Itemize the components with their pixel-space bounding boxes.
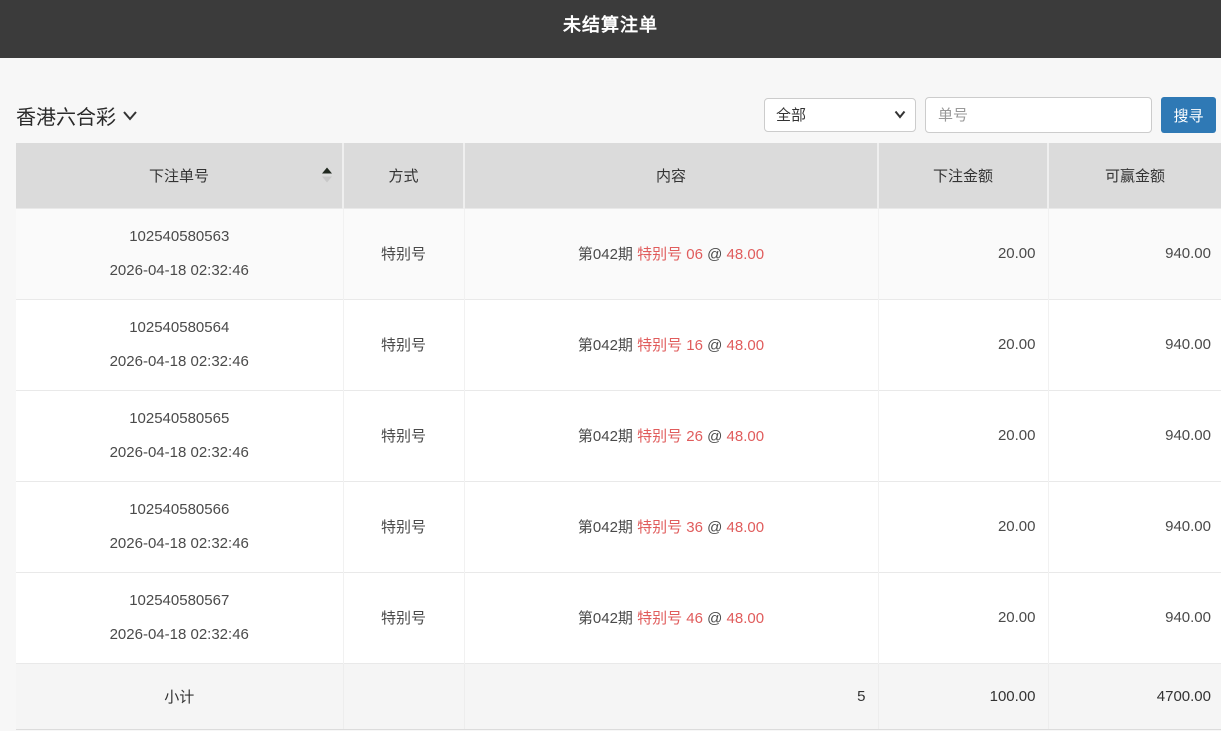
table-row: 102540580567 2026-04-18 02:32:46 特别号 第04… bbox=[16, 572, 1221, 663]
filter-select[interactable]: 全部 bbox=[764, 98, 916, 132]
bet-time: 2026-04-18 02:32:46 bbox=[16, 527, 343, 561]
bet-amount-cell: 20.00 bbox=[878, 572, 1048, 663]
content-cell: 第042期 特别号 46 @ 48.00 bbox=[464, 572, 878, 663]
method-cell: 特别号 bbox=[343, 208, 464, 299]
issue-label: 第042期 bbox=[578, 610, 633, 627]
at-symbol: @ bbox=[707, 519, 722, 536]
method-cell: 特别号 bbox=[343, 390, 464, 481]
page-title: 未结算注单 bbox=[563, 11, 658, 37]
bets-table-container: 下注单号 方式 内容 下注金额 可赢金额 102540580563 2026-0… bbox=[16, 143, 1221, 730]
bet-amount-cell: 20.00 bbox=[878, 390, 1048, 481]
order-number-input[interactable] bbox=[925, 97, 1152, 133]
bet-time: 2026-04-18 02:32:46 bbox=[16, 436, 343, 470]
column-header-method: 方式 bbox=[343, 143, 464, 208]
table-header-row: 下注单号 方式 内容 下注金额 可赢金额 bbox=[16, 143, 1221, 208]
bet-id-cell: 102540580567 2026-04-18 02:32:46 bbox=[16, 572, 343, 663]
sort-icon[interactable] bbox=[322, 168, 332, 183]
bet-time: 2026-04-18 02:32:46 bbox=[16, 345, 343, 379]
method-cell: 特别号 bbox=[343, 299, 464, 390]
win-amount-cell: 940.00 bbox=[1048, 572, 1221, 663]
issue-label: 第042期 bbox=[578, 428, 633, 445]
bet-id-cell: 102540580564 2026-04-18 02:32:46 bbox=[16, 299, 343, 390]
method-cell: 特别号 bbox=[343, 481, 464, 572]
bet-id-cell: 102540580566 2026-04-18 02:32:46 bbox=[16, 481, 343, 572]
pick-label: 特别号 36 bbox=[637, 519, 703, 536]
pick-label: 特别号 46 bbox=[637, 610, 703, 627]
at-symbol: @ bbox=[707, 428, 722, 445]
pick-label: 特别号 26 bbox=[637, 428, 703, 445]
at-symbol: @ bbox=[707, 337, 722, 354]
bet-amount-cell: 20.00 bbox=[878, 208, 1048, 299]
content-cell: 第042期 特别号 36 @ 48.00 bbox=[464, 481, 878, 572]
column-header-bet-amount: 下注金额 bbox=[878, 143, 1048, 208]
subtotal-label: 小计 bbox=[16, 663, 343, 729]
subtotal-bet-amount: 100.00 bbox=[878, 663, 1048, 729]
win-amount-cell: 940.00 bbox=[1048, 481, 1221, 572]
odds-value: 48.00 bbox=[727, 337, 765, 354]
content-cell: 第042期 特别号 06 @ 48.00 bbox=[464, 208, 878, 299]
issue-label: 第042期 bbox=[578, 519, 633, 536]
filter-select-wrap: 全部 bbox=[764, 98, 916, 132]
bet-time: 2026-04-18 02:32:46 bbox=[16, 618, 343, 652]
bet-amount-cell: 20.00 bbox=[878, 481, 1048, 572]
method-cell: 特别号 bbox=[343, 572, 464, 663]
sort-desc-arrow bbox=[322, 177, 332, 183]
subtotal-count: 5 bbox=[464, 663, 878, 729]
win-amount-cell: 940.00 bbox=[1048, 299, 1221, 390]
odds-value: 48.00 bbox=[727, 428, 765, 445]
toolbar: 香港六合彩 全部 搜寻 bbox=[16, 97, 1216, 133]
issue-label: 第042期 bbox=[578, 246, 633, 263]
top-bar: 未结算注单 bbox=[0, 0, 1221, 58]
column-header-bet-id[interactable]: 下注单号 bbox=[16, 143, 343, 208]
subtotal-row: 小计 5 100.00 4700.00 bbox=[16, 663, 1221, 729]
bet-id: 102540580567 bbox=[16, 584, 343, 618]
chevron-down-icon bbox=[122, 110, 138, 121]
table-row: 102540580564 2026-04-18 02:32:46 特别号 第04… bbox=[16, 299, 1221, 390]
win-amount-cell: 940.00 bbox=[1048, 390, 1221, 481]
bet-id: 102540580563 bbox=[16, 220, 343, 254]
subtotal-win-amount: 4700.00 bbox=[1048, 663, 1221, 729]
table-row: 102540580566 2026-04-18 02:32:46 特别号 第04… bbox=[16, 481, 1221, 572]
bet-id: 102540580566 bbox=[16, 493, 343, 527]
bet-id-cell: 102540580563 2026-04-18 02:32:46 bbox=[16, 208, 343, 299]
table-row: 102540580563 2026-04-18 02:32:46 特别号 第04… bbox=[16, 208, 1221, 299]
pick-label: 特别号 16 bbox=[637, 337, 703, 354]
bet-id-cell: 102540580565 2026-04-18 02:32:46 bbox=[16, 390, 343, 481]
odds-value: 48.00 bbox=[727, 246, 765, 263]
column-header-win-amount: 可赢金额 bbox=[1048, 143, 1221, 208]
bet-time: 2026-04-18 02:32:46 bbox=[16, 254, 343, 288]
search-controls: 全部 搜寻 bbox=[764, 97, 1216, 133]
odds-value: 48.00 bbox=[727, 519, 765, 536]
issue-label: 第042期 bbox=[578, 337, 633, 354]
sort-asc-arrow bbox=[322, 168, 332, 174]
at-symbol: @ bbox=[707, 610, 722, 627]
bet-id: 102540580564 bbox=[16, 311, 343, 345]
at-symbol: @ bbox=[707, 246, 722, 263]
bet-amount-cell: 20.00 bbox=[878, 299, 1048, 390]
bet-id: 102540580565 bbox=[16, 402, 343, 436]
odds-value: 48.00 bbox=[727, 610, 765, 627]
table-row: 102540580565 2026-04-18 02:32:46 特别号 第04… bbox=[16, 390, 1221, 481]
content-cell: 第042期 特别号 26 @ 48.00 bbox=[464, 390, 878, 481]
lottery-name: 香港六合彩 bbox=[16, 101, 116, 130]
search-button[interactable]: 搜寻 bbox=[1161, 97, 1216, 133]
pick-label: 特别号 06 bbox=[637, 246, 703, 263]
column-header-bet-id-label: 下注单号 bbox=[149, 168, 209, 185]
subtotal-method-cell bbox=[343, 663, 464, 729]
column-header-content: 内容 bbox=[464, 143, 878, 208]
bets-table: 下注单号 方式 内容 下注金额 可赢金额 102540580563 2026-0… bbox=[16, 143, 1221, 730]
content-cell: 第042期 特别号 16 @ 48.00 bbox=[464, 299, 878, 390]
win-amount-cell: 940.00 bbox=[1048, 208, 1221, 299]
lottery-selector[interactable]: 香港六合彩 bbox=[16, 101, 138, 130]
